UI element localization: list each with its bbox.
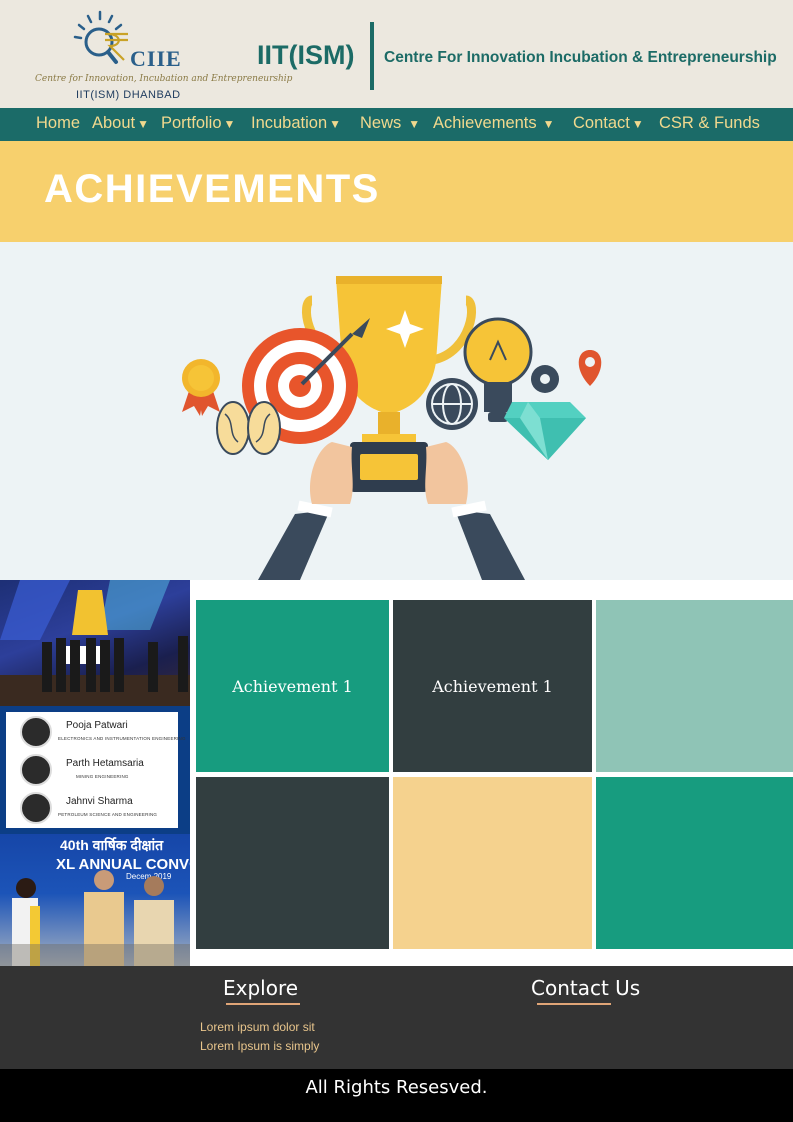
site-footer: Explore Lorem ipsum dolor sit Lorem Ipsu… <box>0 966 793 1069</box>
main-nav: Home About ▼ Portfolio ▼ Incubation ▼ News ▼… <box>0 108 793 141</box>
header-divider <box>370 22 374 90</box>
nav-csr-funds[interactable]: CSR & Funds <box>659 114 760 133</box>
convocation-people-drawing <box>0 870 190 966</box>
logo-subtitle: IIT(ISM) DHANBAD <box>76 89 181 101</box>
contact-heading: Contact Us <box>531 976 641 1000</box>
medal-icon <box>182 359 220 416</box>
nav-incubation-label: Incubation <box>251 114 328 132</box>
achievers-list: Pooja Patwari ELECTRONICS AND INSTRUMENT… <box>6 712 186 828</box>
caret-down-icon: ▼ <box>223 117 236 131</box>
centre-title: Centre For Innovation Incubation & Entre… <box>384 49 777 66</box>
globe-gear-icon <box>426 378 478 430</box>
caret-down-icon: ▼ <box>631 117 644 131</box>
list-item: Pooja Patwari ELECTRONICS AND INSTRUMENT… <box>6 716 186 752</box>
magnifier-rupee-logo-icon <box>73 10 128 64</box>
award-ceremony-photo <box>0 580 190 706</box>
achievement-tile[interactable] <box>596 600 793 772</box>
avatar <box>20 716 52 748</box>
caret-down-icon: ▼ <box>137 117 150 131</box>
nav-achievements-label: Achievements <box>433 114 537 132</box>
achievements-grid: Achievement 1 Achievement 1 <box>190 580 793 966</box>
achievement-tile[interactable]: Achievement 1 <box>393 600 592 772</box>
nav-contact-label: Contact <box>573 114 630 132</box>
copyright-text: All Rights Resesved. <box>305 1077 488 1098</box>
person-name: Jahnvi Sharma <box>66 796 133 807</box>
nav-portfolio[interactable]: Portfolio ▼ <box>161 114 235 133</box>
avatar <box>20 792 52 824</box>
gear-icon <box>531 365 559 393</box>
person-dept: ELECTRONICS AND INSTRUMENTATION ENGINEER… <box>58 736 186 741</box>
person-dept: PETROLEUM SCIENCE AND ENGINEERING <box>58 812 158 817</box>
photo-collage: Pooja Patwari ELECTRONICS AND INSTRUMENT… <box>0 580 190 966</box>
hero-illustration <box>0 242 793 580</box>
nav-about[interactable]: About ▼ <box>92 114 149 133</box>
nav-news[interactable]: News ▼ <box>360 114 420 133</box>
achievement-tile[interactable]: Achievement 1 <box>196 600 389 772</box>
page-title: ACHIEVEMENTS <box>44 167 380 211</box>
list-item: Jahnvi Sharma PETROLEUM SCIENCE AND ENGI… <box>6 792 178 828</box>
person-name: Parth Hetamsaria <box>66 758 144 769</box>
explore-heading: Explore <box>223 976 299 1000</box>
caret-down-icon: ▼ <box>329 117 342 131</box>
nav-contact[interactable]: Contact ▼ <box>573 114 644 133</box>
diamond-icon <box>504 402 586 460</box>
achievement-tile[interactable] <box>196 777 389 949</box>
caret-down-icon: ▼ <box>408 117 421 131</box>
list-item: Parth Hetamsaria MINING ENGINEERING <box>6 754 178 790</box>
nav-achievements[interactable]: Achievements ▼ <box>433 114 555 133</box>
nav-about-label: About <box>92 114 136 132</box>
person-name: Pooja Patwari <box>66 720 128 731</box>
page-banner: ACHIEVEMENTS <box>0 141 793 242</box>
achievement-tile-label: Achievement 1 <box>432 676 553 696</box>
nav-portfolio-label: Portfolio <box>161 114 222 132</box>
avatar <box>20 754 52 786</box>
institute-title: IIT(ISM) <box>257 40 355 70</box>
site-header: CIIE Centre for Innovation, Incubation a… <box>0 0 793 108</box>
logo-wordmark: CIIE <box>130 46 182 71</box>
nav-home[interactable]: Home <box>36 114 80 133</box>
nav-csr-funds-label: CSR & Funds <box>659 114 760 132</box>
right-hand <box>425 442 468 504</box>
ciie-logo[interactable]: CIIE Centre for Innovation, Incubation a… <box>30 8 292 104</box>
achievement-tile[interactable] <box>596 777 793 949</box>
nav-news-label: News <box>360 114 402 132</box>
footer-link[interactable]: Lorem Ipsum is simply <box>200 1039 319 1053</box>
caret-down-icon: ▼ <box>542 117 555 131</box>
copyright-bar: All Rights Resesved. <box>0 1069 793 1122</box>
stage-photo-drawing <box>0 580 190 706</box>
student-achievers-card: Pooja Patwari ELECTRONICS AND INSTRUMENT… <box>0 706 190 834</box>
right-arm-sleeve <box>455 510 525 580</box>
left-arm-sleeve <box>258 510 330 580</box>
location-pin-icon <box>578 350 602 386</box>
contact-underline <box>537 1003 611 1005</box>
person-dept: MINING ENGINEERING <box>76 774 129 779</box>
convocation-photo: 40th वार्षिक दीक्षांत XL ANNUAL CONVO De… <box>0 834 190 966</box>
nav-incubation[interactable]: Incubation ▼ <box>251 114 341 133</box>
achievement-tile-label: Achievement 1 <box>232 676 353 696</box>
explore-underline <box>226 1003 300 1005</box>
achievement-tile[interactable] <box>393 777 592 949</box>
logo-tagline: Centre for Innovation, Incubation and En… <box>35 74 293 84</box>
left-hand <box>310 442 353 504</box>
footer-link[interactable]: Lorem ipsum dolor sit <box>200 1020 315 1034</box>
nav-home-label: Home <box>36 114 81 132</box>
trophy-achievement-illustration <box>182 276 602 580</box>
